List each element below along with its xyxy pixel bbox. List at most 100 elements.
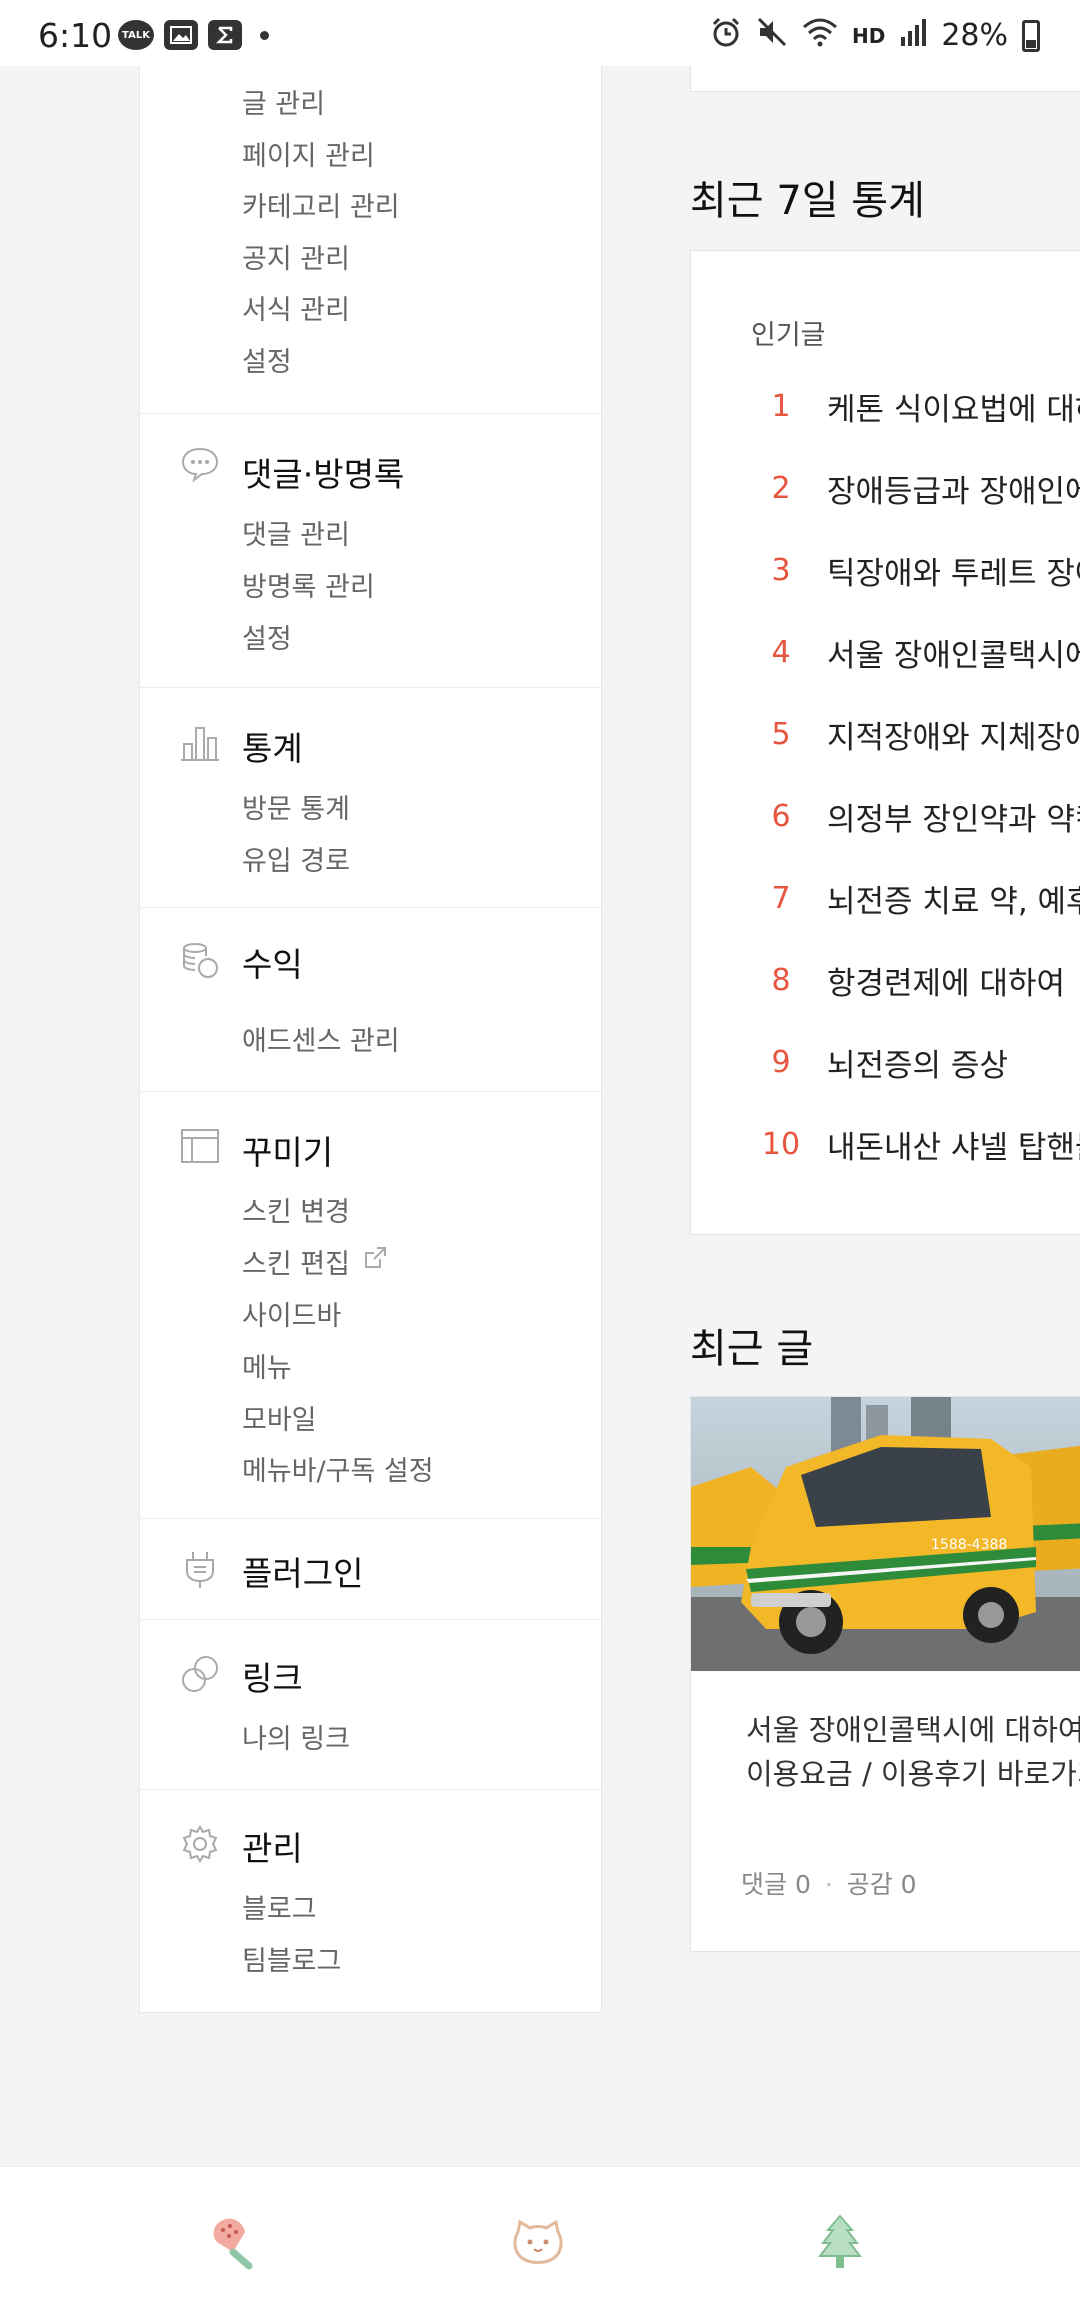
rank-number: 6 [771, 798, 791, 834]
coins-icon [180, 940, 220, 980]
alarm-icon [710, 16, 742, 55]
comments-header[interactable] [180, 444, 220, 484]
popular-post-title[interactable]: 지적장애와 지체장애 [827, 712, 1080, 757]
post-meta: 댓글 0 · 공감 0 [741, 1865, 917, 1901]
gear-icon [180, 1824, 220, 1864]
rank-number: 4 [771, 634, 791, 670]
menu-item-skin-change[interactable]: 스킨 변경 [242, 1190, 350, 1229]
stats-heading: 최근 7일 통계 [690, 178, 925, 224]
popular-post-title[interactable]: 서울 장애인콜택시에 [827, 630, 1080, 675]
rank-number: 8 [771, 962, 791, 998]
menu-item-notices[interactable]: 공지 관리 [242, 237, 350, 276]
menu-item-templates[interactable]: 서식 관리 [242, 288, 350, 327]
menu-item-content-settings[interactable]: 설정 [242, 340, 292, 379]
revenue-header[interactable] [180, 940, 220, 980]
stats-title[interactable]: 통계 [242, 722, 303, 770]
menu-item-comment-settings[interactable]: 설정 [242, 617, 292, 656]
menu-item-adsense[interactable]: 애드센스 관리 [242, 1019, 400, 1058]
menu-item-pages[interactable]: 페이지 관리 [242, 134, 375, 173]
links-title[interactable]: 링크 [242, 1652, 303, 1700]
popular-post-title[interactable]: 틱장애와 투레트 장아 [827, 548, 1080, 593]
battery-icon [1022, 19, 1040, 52]
menu-item-menu[interactable]: 메뉴 [242, 1346, 292, 1385]
menu-item-skin-edit[interactable]: 스킨 편집 [242, 1242, 388, 1281]
hd-voice-icon: HD [851, 23, 886, 48]
popular-post-title[interactable]: 의정부 장인약과 약컷 [827, 794, 1080, 839]
popular-post-row[interactable]: 7 뇌전증 치료 약, 예후이 [751, 873, 1080, 923]
menu-item-referrers[interactable]: 유입 경로 [242, 839, 350, 878]
menu-section-stats: 통계 방문 통계 유입 경로 [140, 688, 601, 908]
menu-section-comments: 댓글·방명록 댓글 관리 방명록 관리 설정 [140, 414, 601, 688]
plugins-title[interactable]: 플러그인 [242, 1547, 363, 1595]
manage-title[interactable]: 관리 [242, 1822, 303, 1870]
link-icon [180, 1654, 220, 1694]
menu-item-guestbook-manage[interactable]: 방명록 관리 [242, 565, 375, 604]
menu-item-team-blog[interactable]: 팀블로그 [242, 1939, 341, 1978]
bear-face-icon[interactable] [503, 2207, 573, 2277]
revenue-title[interactable]: 수익 [242, 938, 303, 986]
popular-post-row[interactable]: 5 지적장애와 지체장애 [751, 709, 1080, 759]
menu-item-sidebar[interactable]: 사이드바 [242, 1294, 341, 1333]
popular-post-title[interactable]: 뇌전증의 증상 [827, 1040, 1008, 1085]
dot-icon [260, 30, 269, 40]
post-thumbnail[interactable]: 1588-4388 [691, 1397, 1080, 1671]
menu-item-visit-stats[interactable]: 방문 통계 [242, 787, 350, 826]
manage-header[interactable] [180, 1824, 220, 1864]
popular-post-row[interactable]: 1 케톤 식이요법에 대하 [751, 381, 1080, 431]
popular-post-title[interactable]: 항경련제에 대하여 [827, 958, 1065, 1003]
skin-edit-label: 스킨 편집 [242, 1249, 350, 1280]
rank-number: 5 [771, 716, 791, 752]
decorate-title[interactable]: 꾸미기 [242, 1126, 333, 1174]
recent-post-card[interactable]: 1588-4388 서울 장애인콜택시에 대하여 이용요금 / 이용후기 바로가… [690, 1396, 1080, 1952]
menu-item-categories[interactable]: 카테고리 관리 [242, 185, 400, 224]
popular-post-row[interactable]: 3 틱장애와 투레트 장아 [751, 545, 1080, 595]
popular-post-row[interactable]: 9 뇌전증의 증상 [751, 1037, 1008, 1087]
menu-item-comment-manage[interactable]: 댓글 관리 [242, 513, 350, 552]
wifi-icon [802, 17, 838, 54]
popular-post-title[interactable]: 내돈내산 샤넬 탑핸들 [827, 1122, 1080, 1167]
rank-number: 2 [771, 470, 791, 506]
admin-menu: 글 관리 페이지 관리 카테고리 관리 공지 관리 서식 관리 설정 댓글·방명… [139, 66, 602, 2013]
menu-section-manage: 관리 블로그 팀블로그 [140, 1790, 601, 2012]
rank-number: 10 [761, 1126, 801, 1162]
menu-item-posts[interactable]: 글 관리 [242, 82, 325, 121]
menu-section-links: 링크 나의 링크 [140, 1620, 601, 1790]
speech-bubble-icon [180, 444, 220, 484]
status-bar: 6:10 TALK HD 28% [0, 0, 1080, 66]
talk-icon: TALK [118, 20, 154, 50]
links-header[interactable] [180, 1654, 220, 1694]
popular-post-row[interactable]: 8 항경련제에 대하여 [751, 955, 1065, 1005]
bottom-navigation [0, 2166, 1080, 2316]
image-icon [164, 20, 198, 50]
menu-item-mobile[interactable]: 모바일 [242, 1398, 317, 1437]
menu-item-blog[interactable]: 블로그 [242, 1887, 317, 1926]
stats-header[interactable] [180, 722, 220, 762]
rank-number: 1 [771, 388, 791, 424]
popular-post-row[interactable]: 4 서울 장애인콜택시에 [751, 627, 1080, 677]
popular-posts-card: 인기글 1 케톤 식이요법에 대하 2 장애등급과 장애인에 3 틱장애와 투레트 장아 4… [690, 250, 1080, 1235]
sigma-icon [208, 20, 242, 50]
taxi-phone-number: 1588-4388 [931, 1537, 1007, 1553]
menu-item-menubar-subscribe[interactable]: 메뉴바/구독 설정 [242, 1449, 434, 1488]
plugins-header[interactable] [180, 1549, 220, 1589]
post-title-line1[interactable]: 서울 장애인콜택시에 대하여 [746, 1707, 1080, 1749]
popular-post-title[interactable]: 장애등급과 장애인에 [827, 466, 1080, 511]
popular-post-row[interactable]: 6 의정부 장인약과 약컷 [751, 791, 1080, 841]
popular-post-row[interactable]: 2 장애등급과 장애인에 [751, 463, 1080, 513]
popular-post-title[interactable]: 뇌전증 치료 약, 예후이 [827, 876, 1080, 921]
decorate-header[interactable] [180, 1126, 220, 1166]
popular-posts-label: 인기글 [751, 320, 826, 351]
rank-number: 9 [771, 1044, 791, 1080]
menu-section-content: 글 관리 페이지 관리 카테고리 관리 공지 관리 서식 관리 설정 [140, 66, 601, 414]
comments-title[interactable]: 댓글·방명록 [242, 448, 404, 496]
popular-post-row[interactable]: 10 내돈내산 샤넬 탑핸들 [751, 1119, 1080, 1169]
battery-text: 28% [941, 18, 1008, 53]
signal-icon [899, 17, 927, 54]
menu-item-my-links[interactable]: 나의 링크 [242, 1717, 350, 1756]
post-title-line2[interactable]: 이용요금 / 이용후기 바로가기 [746, 1751, 1080, 1793]
popsicle-icon[interactable] [200, 2207, 270, 2277]
tree-icon[interactable] [805, 2207, 875, 2277]
popular-post-title[interactable]: 케톤 식이요법에 대하 [827, 384, 1080, 429]
mute-icon [756, 16, 788, 55]
rank-number: 7 [771, 880, 791, 916]
